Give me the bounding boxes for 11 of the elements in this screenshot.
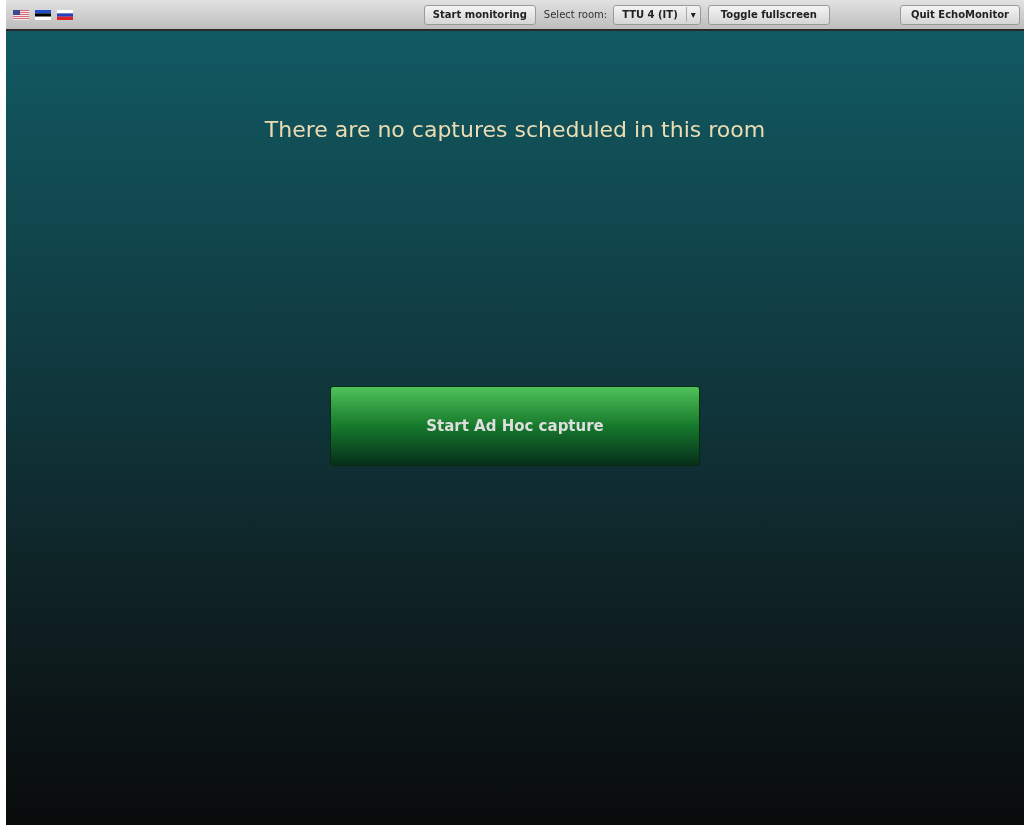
room-value: TTU 4 (IT) [622,8,678,22]
flag-icon[interactable] [13,9,29,20]
select-room-label: Select room: [543,8,608,22]
no-captures-message: There are no captures scheduled in this room [264,116,766,144]
room-select[interactable]: TTU 4 (IT) ▾ [613,4,701,25]
flag-icon[interactable] [35,9,51,20]
start-monitoring-button[interactable]: Start monitoring [423,4,536,25]
start-capture-button[interactable]: Start Ad Hoc capture [330,386,700,466]
quit-button[interactable]: Quit EchoMonitor [900,4,1020,25]
flag-icon[interactable] [57,9,73,20]
fullscreen-button[interactable]: Toggle fullscreen [707,4,830,25]
